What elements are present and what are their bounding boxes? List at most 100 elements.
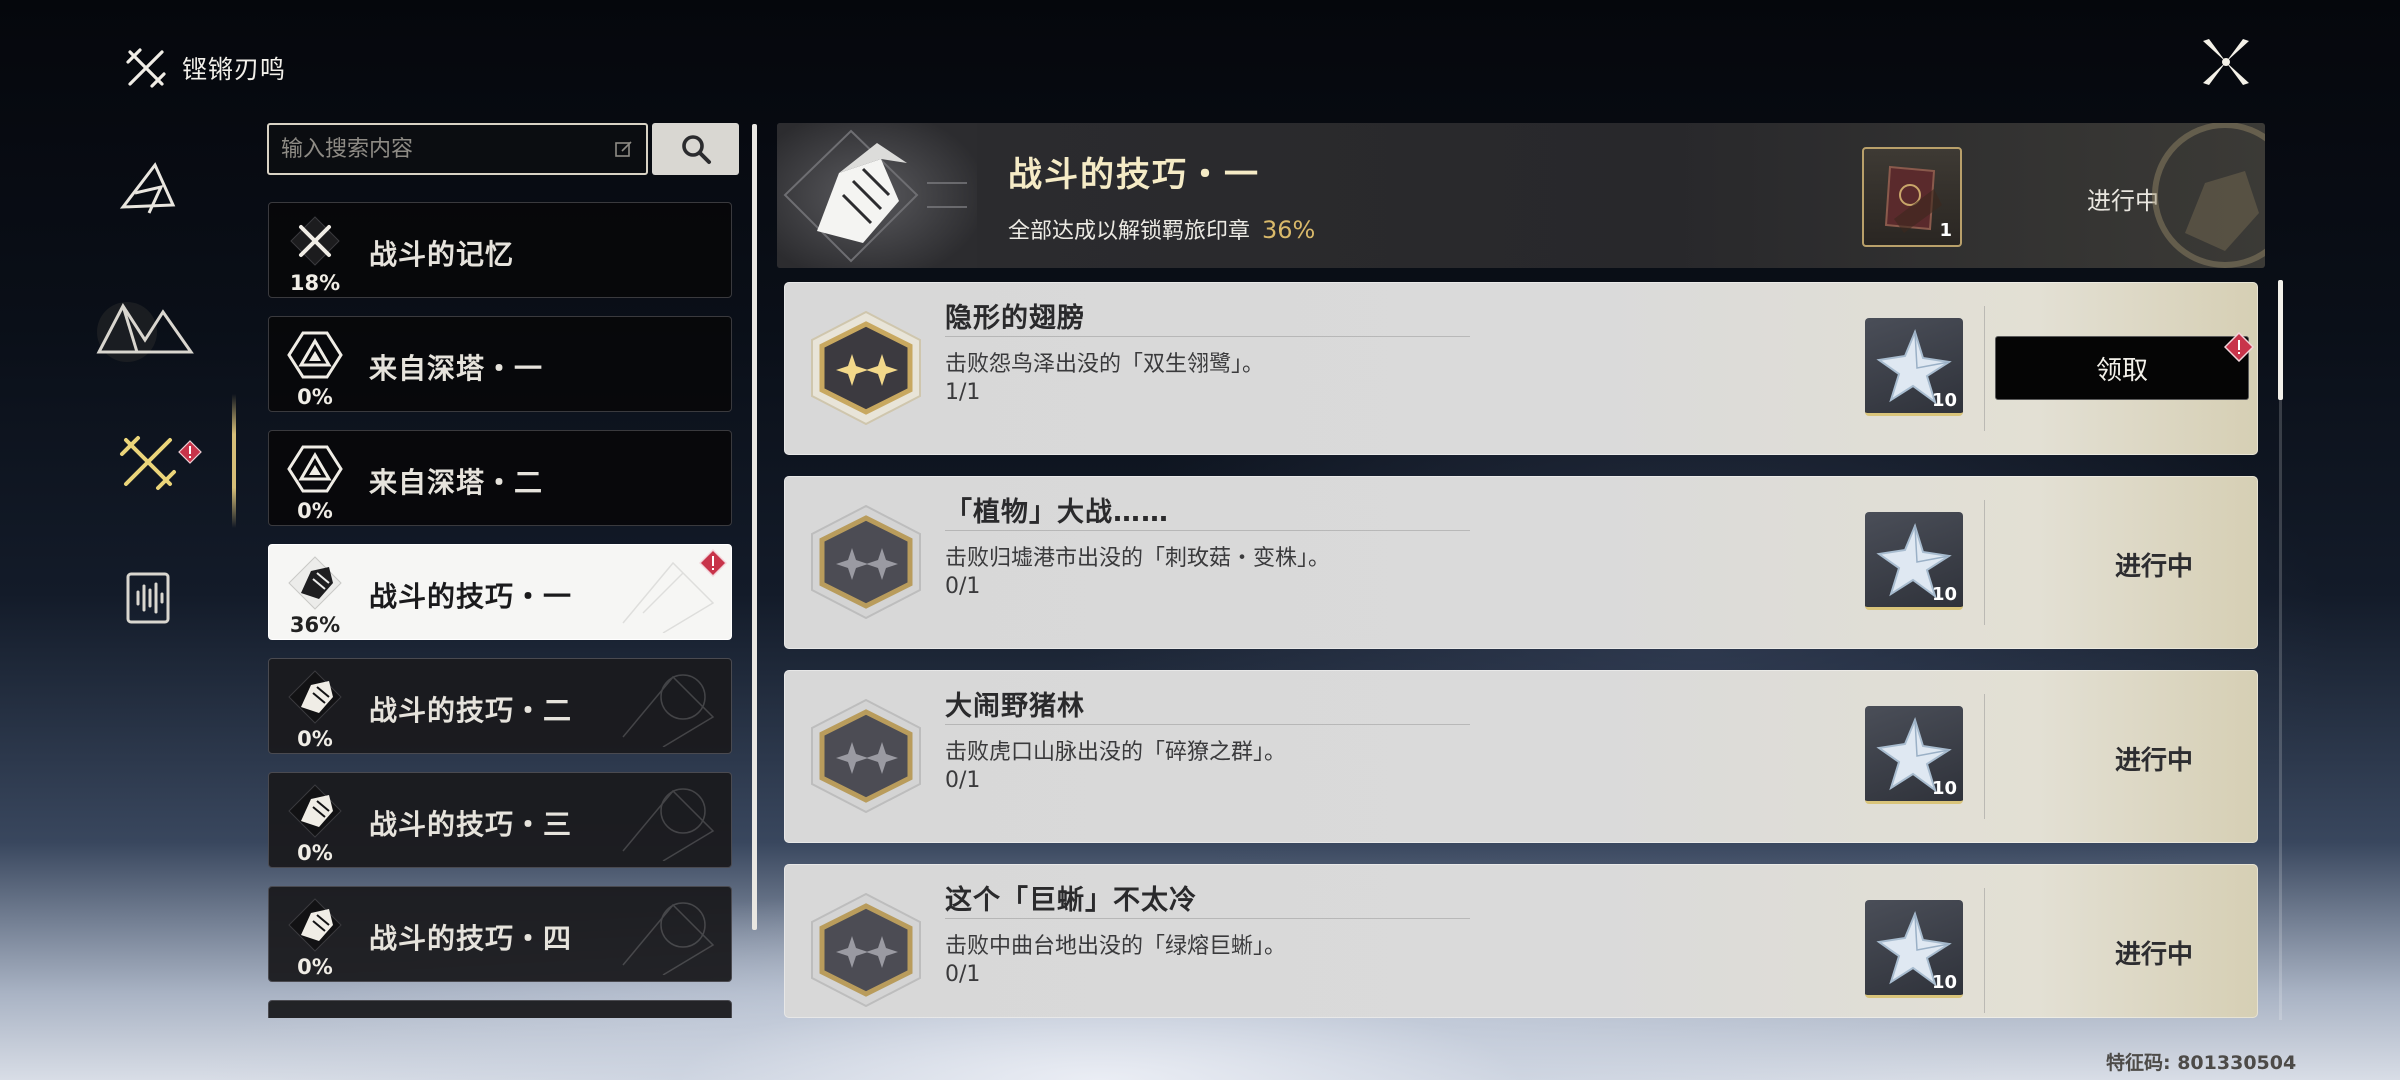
clasped-hands-emblem-icon	[777, 123, 977, 268]
decorative-fist-art-icon	[2152, 123, 2265, 268]
task-progress: 0/1	[945, 962, 981, 987]
list-item-percent: 18%	[289, 271, 341, 295]
search-button[interactable]	[652, 123, 739, 175]
task-status: 进行中	[2114, 940, 2193, 970]
header-percent: 36%	[1262, 216, 1316, 244]
header-subtitle-row: 全部达成以解锁羁旅印章 36%	[1008, 213, 1315, 245]
decorative-pattern-icon	[622, 902, 715, 975]
search-field[interactable]	[267, 123, 648, 175]
claim-button[interactable]: 领取	[1995, 336, 2249, 400]
search-input[interactable]	[281, 136, 614, 162]
list-item-percent: 0%	[297, 727, 333, 751]
task-separator	[1984, 694, 1985, 819]
nav-item-overview[interactable]	[96, 140, 200, 240]
task-divider	[945, 724, 1470, 725]
task-title: 「植物」大战……	[945, 497, 1169, 528]
list-item-active[interactable]: 36% 战斗的技巧・一	[268, 544, 732, 640]
task-title: 隐形的翅膀	[945, 303, 1085, 334]
nav-active-indicator	[232, 394, 236, 528]
nav-item-exploration[interactable]	[80, 272, 210, 382]
soundwave-card-icon	[126, 572, 170, 624]
search-icon	[681, 135, 711, 164]
list-item-icon-wrap: 0%	[273, 891, 357, 979]
task-description: 击败归墟港市出没的「刺玫菇・变株」。	[945, 546, 1331, 571]
prism-icon	[119, 162, 176, 214]
list-item-icon-wrap: 36%	[273, 549, 357, 637]
task-description: 击败虎口山脉出没的「碎獠之群」。	[945, 740, 1287, 765]
task-status: 进行中	[2114, 746, 2193, 776]
list-item-icon-wrap: 0%	[273, 435, 357, 523]
task-scrollbar[interactable]	[2278, 280, 2283, 400]
task-divider	[945, 918, 1470, 919]
list-item-icon-wrap: 0%	[273, 777, 357, 865]
crossed-swords-icon	[290, 216, 340, 266]
header-reward-count: 1	[1939, 220, 1952, 241]
nav-item-music[interactable]	[96, 548, 200, 648]
clasped-hands-icon	[288, 784, 342, 838]
clasped-hands-icon	[288, 556, 342, 610]
task-reward-count: 10	[1931, 390, 1957, 411]
list-item[interactable]: 0% 战斗的技巧・四	[268, 886, 732, 982]
achievement-group-list: 18% 战斗的记忆 0% 来自深塔・一 0% 来自深塔・二 36% 战斗的技巧・…	[264, 198, 736, 1018]
task-divider	[945, 336, 1470, 337]
crossed-swords-icon	[120, 436, 176, 490]
decorative-pattern-icon	[622, 674, 715, 747]
task-status: 进行中	[2114, 552, 2193, 582]
task-card: 隐形的翅膀 击败怨鸟泽出没的「双生翎鹭」。 1/1 10 领取	[784, 282, 2258, 455]
list-item[interactable]: 18% 战斗的记忆	[268, 202, 732, 298]
list-item[interactable]: 0% 来自深塔・二	[268, 430, 732, 526]
task-divider	[945, 530, 1470, 531]
task-progress: 1/1	[945, 380, 981, 405]
twin-star-badge-icon	[811, 310, 921, 426]
list-item-label: 来自深塔・二	[369, 466, 544, 499]
list-item-label: 战斗的记忆	[369, 238, 515, 271]
app-brand: 铿锵刃鸣	[124, 44, 286, 92]
task-reward-count: 10	[1931, 972, 1957, 993]
clasped-hands-icon	[288, 670, 342, 724]
task-separator	[1984, 306, 1985, 431]
task-reward-count: 10	[1931, 778, 1957, 799]
twin-star-badge-icon	[811, 892, 921, 1008]
task-description: 击败中曲台地出没的「绿熔巨蜥」。	[945, 934, 1287, 959]
task-reward-item[interactable]: 10	[1865, 318, 1963, 416]
list-item-icon-wrap: 0%	[273, 663, 357, 751]
list-item-icon-wrap: 0%	[273, 321, 357, 409]
alert-badge-icon	[178, 440, 202, 464]
list-item-label: 来自深塔・一	[369, 352, 544, 385]
tower-triangle-icon	[287, 445, 343, 493]
header-reward-item[interactable]: 1	[1862, 147, 1962, 247]
alert-badge-icon	[699, 549, 727, 577]
close-button[interactable]	[2196, 32, 2256, 92]
task-card: 大闹野猪林 击败虎口山脉出没的「碎獠之群」。 0/1 10 进行中	[784, 670, 2258, 843]
task-description: 击败怨鸟泽出没的「双生翎鹭」。	[945, 352, 1265, 377]
task-card: 「植物」大战…… 击败归墟港市出没的「刺玫菇・变株」。 0/1 10 进行中	[784, 476, 2258, 649]
alert-badge-icon	[2224, 332, 2254, 362]
task-card: 这个「巨蜥」不太冷 击败中曲台地出没的「绿熔巨蜥」。 0/1 10 进行中	[784, 864, 2258, 1018]
task-separator	[1984, 888, 1985, 1013]
task-separator	[1984, 500, 1985, 625]
task-title: 这个「巨蜥」不太冷	[945, 885, 1197, 916]
list-item[interactable]: 0% 战斗的技巧・二	[268, 658, 732, 754]
task-progress: 0/1	[945, 768, 981, 793]
group-header-card: 战斗的技巧・一 全部达成以解锁羁旅印章 36% 1 进行中	[777, 123, 2265, 268]
list-scrollbar[interactable]	[752, 124, 757, 930]
list-item-partial[interactable]	[268, 1000, 732, 1018]
task-reward-item[interactable]: 10	[1865, 706, 1963, 804]
edit-icon	[615, 141, 632, 157]
tower-triangle-icon	[287, 331, 343, 379]
list-item-label: 战斗的技巧・三	[369, 808, 573, 841]
mountain-icon	[96, 302, 194, 362]
header-title: 战斗的技巧・一	[1008, 155, 1260, 195]
list-item-label: 战斗的技巧・二	[369, 694, 573, 727]
task-reward-item[interactable]: 10	[1865, 512, 1963, 610]
list-item[interactable]: 0% 战斗的技巧・三	[268, 772, 732, 868]
list-item-percent: 0%	[297, 955, 333, 979]
list-item[interactable]: 0% 来自深塔・一	[268, 316, 732, 412]
clasped-hands-icon	[288, 898, 342, 952]
decorative-pattern-icon	[622, 788, 715, 861]
list-item-percent: 0%	[297, 499, 333, 523]
task-title: 大闹野猪林	[945, 691, 1085, 722]
list-item-percent: 36%	[289, 613, 341, 637]
task-reward-item[interactable]: 10	[1865, 900, 1963, 998]
list-item-label: 战斗的技巧・四	[369, 922, 573, 955]
